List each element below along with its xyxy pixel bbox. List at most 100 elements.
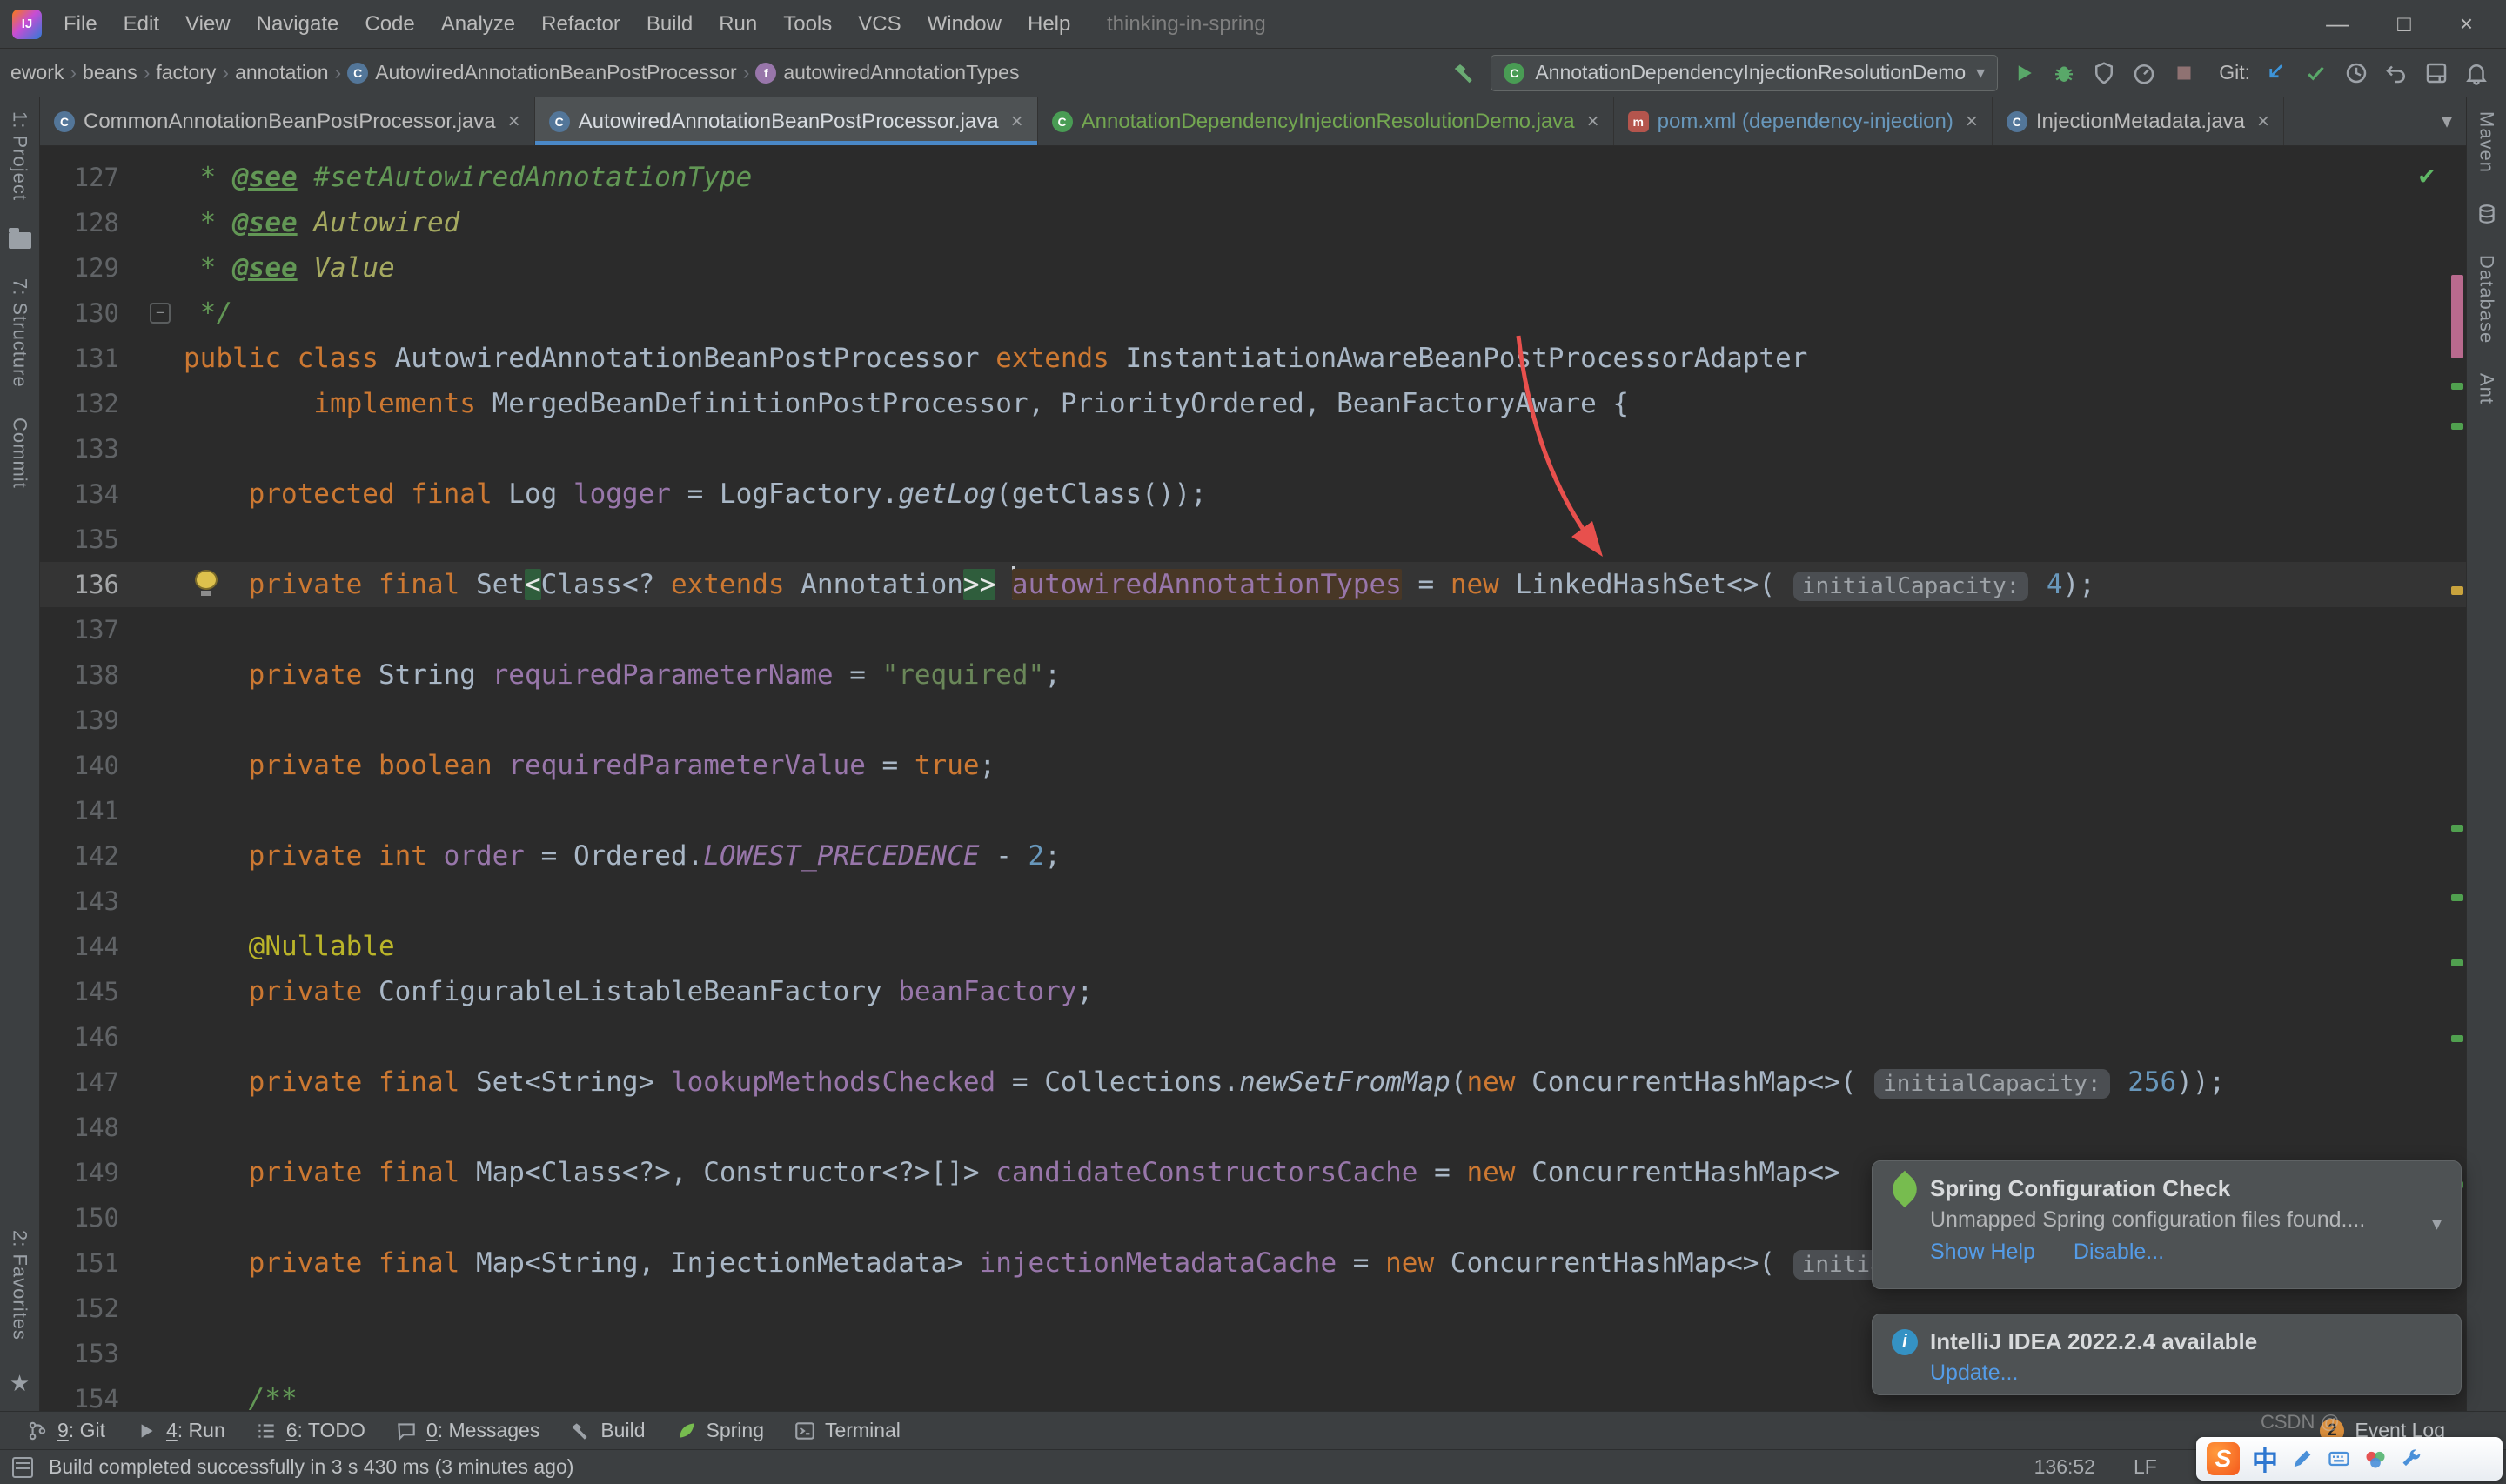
- menu-code[interactable]: Code: [352, 7, 427, 42]
- debug-bug-icon[interactable]: [2050, 59, 2078, 87]
- menu-analyze[interactable]: Analyze: [428, 7, 528, 42]
- line-number[interactable]: 151: [40, 1240, 144, 1286]
- vcs-commit-button[interactable]: [2302, 59, 2330, 87]
- menu-file[interactable]: File: [50, 7, 111, 42]
- toolwindow-button-git[interactable]: 9: Git: [14, 1419, 117, 1442]
- line-number[interactable]: 140: [40, 743, 144, 788]
- line-number[interactable]: 152: [40, 1286, 144, 1331]
- editor-tab[interactable]: C AnnotationDependencyInjectionResolution…: [1038, 97, 1614, 145]
- code-line-133[interactable]: 133: [40, 426, 2466, 471]
- code-line-134[interactable]: 134 protected final Log logger = LogFact…: [40, 471, 2466, 517]
- line-number[interactable]: 139: [40, 698, 144, 743]
- vcs-history-icon[interactable]: [2342, 59, 2370, 87]
- breadcrumb-item-ework[interactable]: ework: [7, 58, 67, 87]
- code-line-130[interactable]: 130− */: [40, 291, 2466, 336]
- line-number[interactable]: 136: [40, 562, 144, 607]
- line-number[interactable]: 154: [40, 1376, 144, 1411]
- toolwindow-button-todo[interactable]: 6: TODO: [243, 1419, 378, 1442]
- vcs-update-button[interactable]: [2262, 59, 2290, 87]
- line-number[interactable]: 150: [40, 1195, 144, 1240]
- maximize-button[interactable]: □: [2373, 7, 2436, 41]
- folder-icon[interactable]: [8, 227, 31, 249]
- sogou-logo-icon[interactable]: S: [2207, 1442, 2240, 1475]
- vcs-rollback-icon[interactable]: [2382, 59, 2410, 87]
- line-number[interactable]: 145: [40, 969, 144, 1014]
- breadcrumb-item-autowiredannotationbeanpostprocessor[interactable]: C AutowiredAnnotationBeanPostProcessor: [344, 58, 740, 87]
- close-button[interactable]: ×: [2436, 7, 2497, 41]
- toolwindow-button-build[interactable]: Build: [557, 1419, 657, 1442]
- code-line-127[interactable]: 127 * @see #setAutowiredAnnotationType: [40, 155, 2466, 200]
- code-line-147[interactable]: 147 private final Set<String> lookupMeth…: [40, 1060, 2466, 1105]
- editor-tab[interactable]: C AutowiredAnnotationBeanPostProcessor.ja…: [534, 97, 1038, 145]
- minimize-button[interactable]: —: [2302, 7, 2373, 41]
- code-line-132[interactable]: 132 implements MergedBeanDefinitionPostP…: [40, 381, 2466, 426]
- menu-edit[interactable]: Edit: [111, 7, 172, 42]
- code-line-135[interactable]: 135: [40, 517, 2466, 562]
- menu-refactor[interactable]: Refactor: [528, 7, 633, 42]
- run-button[interactable]: [2010, 59, 2038, 87]
- breadcrumb-item-annotation[interactable]: annotation: [231, 58, 332, 87]
- line-number[interactable]: 149: [40, 1150, 144, 1195]
- editor-tab[interactable]: C InjectionMetadata.java ×: [1993, 97, 2285, 145]
- tab-close-icon[interactable]: ×: [1011, 110, 1023, 134]
- line-number[interactable]: 138: [40, 652, 144, 698]
- code-line-143[interactable]: 143: [40, 879, 2466, 924]
- menu-help[interactable]: Help: [1015, 7, 1083, 42]
- line-number[interactable]: 142: [40, 833, 144, 879]
- ime-mode-chinese[interactable]: 中: [2252, 1440, 2278, 1478]
- line-number[interactable]: 144: [40, 924, 144, 969]
- line-number[interactable]: 143: [40, 879, 144, 924]
- toolwindow-ant[interactable]: Ant: [2476, 373, 2498, 404]
- code-line-138[interactable]: 138 private String requiredParameterName…: [40, 652, 2466, 698]
- line-number[interactable]: 146: [40, 1014, 144, 1060]
- breadcrumb-item-beans[interactable]: beans: [79, 58, 141, 87]
- favorites-star-icon[interactable]: ★: [10, 1370, 30, 1397]
- hidden-tabs-chevron-icon[interactable]: ▾: [2428, 97, 2466, 145]
- menu-run[interactable]: Run: [706, 7, 770, 42]
- line-number[interactable]: 153: [40, 1331, 144, 1376]
- code-line-146[interactable]: 146: [40, 1014, 2466, 1060]
- stop-button[interactable]: [2170, 59, 2198, 87]
- ime-pen-icon[interactable]: [2290, 1447, 2315, 1471]
- code-line-129[interactable]: 129 * @see Value: [40, 245, 2466, 291]
- line-number[interactable]: 130: [40, 291, 144, 336]
- tab-close-icon[interactable]: ×: [1966, 110, 1978, 134]
- code-line-144[interactable]: 144 @Nullable: [40, 924, 2466, 969]
- menu-navigate[interactable]: Navigate: [244, 7, 352, 42]
- code-line-128[interactable]: 128 * @see Autowired: [40, 200, 2466, 245]
- notifications-bell-icon[interactable]: [2462, 59, 2490, 87]
- menu-tools[interactable]: Tools: [770, 7, 845, 42]
- database-icon[interactable]: [2476, 203, 2498, 225]
- inspections-ok-icon[interactable]: ✔: [2419, 153, 2435, 198]
- profiler-icon[interactable]: [2130, 59, 2158, 87]
- code-line-131[interactable]: 131 public class AutowiredAnnotationBeanP…: [40, 336, 2466, 381]
- tab-close-icon[interactable]: ×: [1587, 110, 1599, 134]
- line-ending-widget[interactable]: LF: [2134, 1455, 2157, 1479]
- line-number[interactable]: 128: [40, 200, 144, 245]
- line-number[interactable]: 147: [40, 1060, 144, 1105]
- menu-vcs[interactable]: VCS: [845, 7, 914, 42]
- editor-tab[interactable]: C CommonAnnotationBeanPostProcessor.java ×: [40, 97, 535, 145]
- code-line-141[interactable]: 141: [40, 788, 2466, 833]
- line-number[interactable]: 133: [40, 426, 144, 471]
- toolwindow-database[interactable]: Database: [2476, 255, 2498, 344]
- menu-window[interactable]: Window: [915, 7, 1015, 42]
- breadcrumb-item-factory[interactable]: factory: [152, 58, 219, 87]
- toolwindow-button-spring[interactable]: Spring: [663, 1419, 776, 1442]
- code-line-137[interactable]: 137: [40, 607, 2466, 652]
- notification-link-show-help[interactable]: Show Help: [1930, 1240, 2035, 1265]
- line-number[interactable]: 131: [40, 336, 144, 381]
- editor-tab[interactable]: m pom.xml (dependency-injection) ×: [1614, 97, 1993, 145]
- coverage-shield-icon[interactable]: [2090, 59, 2118, 87]
- toolwindow-switcher-icon[interactable]: [12, 1456, 33, 1478]
- toolwindow-commit[interactable]: Commit: [9, 418, 31, 489]
- line-number[interactable]: 135: [40, 517, 144, 562]
- notification-link-disable-[interactable]: Disable...: [2074, 1240, 2164, 1265]
- restore-layout-icon[interactable]: [2422, 59, 2450, 87]
- tab-close-icon[interactable]: ×: [508, 110, 520, 134]
- toolwindow-2-favorites[interactable]: 2: Favorites: [9, 1230, 31, 1340]
- code-line-136[interactable]: 136 private final Set<Class<? extends An…: [40, 562, 2466, 607]
- code-line-145[interactable]: 145 private ConfigurableListableBeanFact…: [40, 969, 2466, 1014]
- line-number[interactable]: 148: [40, 1105, 144, 1150]
- update-link[interactable]: Update...: [1930, 1360, 2018, 1386]
